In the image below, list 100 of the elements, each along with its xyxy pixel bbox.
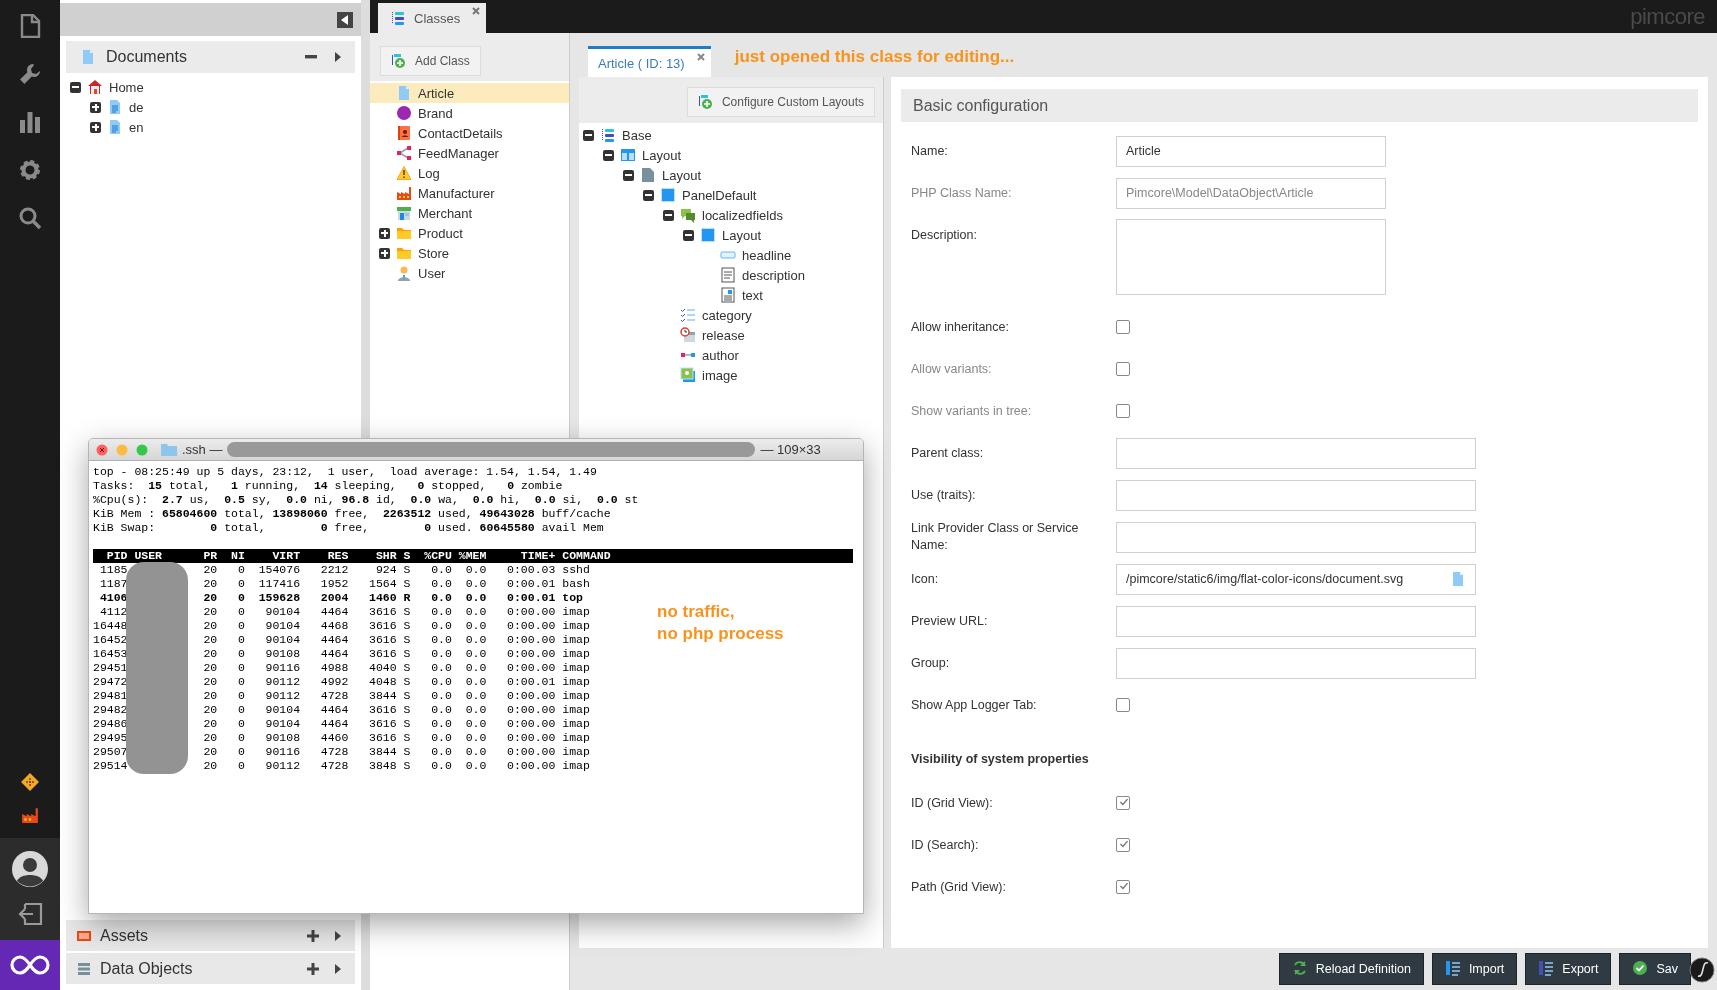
collapse-toggle[interactable] [583, 129, 594, 141]
collapse-toggle[interactable] [683, 229, 694, 241]
field-label: Use (traits): [911, 486, 977, 504]
configure-layouts-button[interactable]: Configure Custom Layouts [686, 87, 875, 117]
window-title: .ssh — [182, 442, 223, 457]
collapse-toggle[interactable] [623, 169, 634, 181]
expand-toggle[interactable] [90, 101, 101, 113]
expand-toggle[interactable] [379, 227, 390, 239]
class-list-item[interactable]: Store [370, 243, 569, 263]
folder-icon [396, 225, 412, 241]
collapse-toggle[interactable] [663, 209, 674, 221]
terminal-line: %Cpu(s): 2.7 us, 0.5 sy, 0.0 ni, 96.8 id, 0.0 wa, 0.0 hi, 0.0 si, 0.0 st [93, 493, 639, 507]
expand-toggle[interactable] [379, 247, 390, 259]
class-list-item[interactable]: Brand [370, 103, 569, 123]
tree-item[interactable]: PanelDefault [682, 187, 757, 203]
wrench-icon[interactable] [18, 62, 42, 86]
document-icon [107, 119, 123, 135]
text-icon [720, 267, 736, 283]
close-icon[interactable] [472, 7, 481, 15]
text-field[interactable]: /pimcore/static6/img/flat-color-icons/document.svg [1116, 563, 1476, 595]
close-icon[interactable] [96, 443, 108, 456]
minus-icon[interactable] [305, 55, 317, 59]
process-row-text: 1187 20 0 117416 1952 1564 S 0.0 0.0 0:00.01 bash [98, 577, 590, 591]
text-field[interactable] [1116, 479, 1476, 511]
tree-item[interactable]: Layout [722, 227, 762, 243]
tree-item[interactable]: category [702, 307, 752, 323]
collapse-toggle[interactable] [70, 81, 81, 93]
class-list-item[interactable]: Manufacturer [370, 183, 569, 203]
text-field[interactable] [1116, 437, 1476, 469]
checkbox[interactable] [1116, 838, 1130, 852]
process-row-text: 1185 20 0 154076 2212 924 S 0.0 0.0 0:00.03 sshd [98, 563, 590, 577]
panel-header[interactable]: Assets [66, 920, 355, 951]
checkbox[interactable] [1116, 796, 1130, 810]
plus-icon[interactable] [307, 962, 319, 975]
tree-item[interactable]: en [129, 119, 144, 135]
checklist-icon [680, 307, 696, 323]
class-list-item[interactable]: Article [370, 83, 569, 103]
tree-item[interactable]: headline [742, 247, 792, 263]
collapse-toggle[interactable] [603, 149, 614, 161]
logout-icon[interactable] [17, 902, 43, 926]
terminal-line: Tasks: 15 total, 1 running, 14 sleeping, 0 stopped, 0 zombie [93, 479, 563, 493]
class-list-item[interactable]: Log [370, 163, 569, 183]
toolbar-button[interactable]: Sav [1619, 953, 1691, 985]
tree-item[interactable]: image [702, 367, 738, 383]
text-field[interactable] [1116, 647, 1476, 679]
settings-icon[interactable] [18, 158, 42, 182]
diamond-icon[interactable] [20, 772, 40, 792]
tab[interactable]: Classes [378, 3, 487, 33]
collapse-toggle[interactable] [643, 189, 654, 201]
plus-icon[interactable] [307, 929, 319, 942]
search-icon[interactable] [18, 206, 42, 230]
factory-icon[interactable] [21, 806, 39, 824]
bar-chart-icon[interactable] [18, 110, 42, 134]
text-image-icon [720, 287, 736, 303]
caret-icon[interactable] [335, 930, 341, 941]
checkbox[interactable] [1116, 880, 1130, 894]
toolbar-button[interactable]: Reload Definition [1278, 953, 1424, 985]
caret-icon [341, 14, 349, 25]
avatar-icon[interactable] [11, 850, 49, 888]
text-field[interactable] [1116, 605, 1476, 637]
panel-title: Data Objects [100, 959, 194, 978]
tree-item[interactable]: text [742, 287, 763, 303]
class-list-item[interactable]: Merchant [370, 203, 569, 223]
collapse-button[interactable] [337, 11, 353, 28]
tree-item[interactable]: author [702, 347, 739, 363]
class-list-item[interactable]: FeedManager [370, 143, 569, 163]
tree-item[interactable]: Layout [662, 167, 702, 183]
annotation: just opened this class for editing... [734, 47, 1015, 67]
process-row: 16453 20 0 90108 4464 3616 S 0.0 0.0 0:00.00 imap [93, 647, 590, 661]
tree-item[interactable]: Base [622, 127, 652, 143]
debug-toolbar-icon[interactable] [1689, 957, 1715, 983]
add-class-button[interactable]: Add Class [380, 46, 481, 76]
tree-item[interactable]: Layout [642, 147, 682, 163]
field-label: Allow inheritance: [911, 318, 1010, 336]
class-list-item[interactable]: ContactDetails [370, 123, 569, 143]
text-field[interactable] [1116, 521, 1476, 553]
toolbar-button[interactable]: Export [1525, 953, 1612, 985]
process-row: 29482 20 0 90104 4464 3616 S 0.0 0.0 0:00.00 imap [93, 703, 590, 717]
class-list-item[interactable]: Product [370, 223, 569, 243]
process-row: 16452 20 0 90104 4464 3616 S 0.0 0.0 0:00.00 imap [93, 633, 590, 647]
caret-icon[interactable] [335, 963, 341, 974]
document-icon[interactable] [19, 14, 41, 38]
stack-icon [600, 127, 616, 143]
tab[interactable]: Article ( ID: 13) [588, 46, 711, 77]
class-list-item[interactable]: User [370, 263, 569, 283]
tree-item[interactable]: release [702, 327, 745, 343]
expand-toggle[interactable] [90, 121, 101, 133]
caret-icon[interactable] [335, 52, 341, 62]
panel-header[interactable]: Data Objects [66, 953, 355, 984]
infinity-icon [10, 954, 50, 976]
add-icon [391, 53, 407, 69]
tree-item[interactable]: description [742, 267, 805, 283]
text-field[interactable]: Article [1116, 135, 1386, 167]
tree-item[interactable]: localizedfields [702, 207, 783, 223]
tree-item[interactable]: Home [109, 79, 144, 95]
toolbar-button[interactable]: Import [1431, 953, 1518, 985]
checkbox[interactable] [1116, 320, 1130, 334]
checkbox[interactable] [1116, 698, 1130, 712]
field-label: Path (Grid View): [911, 878, 1007, 896]
tree-item[interactable]: de [129, 99, 144, 115]
